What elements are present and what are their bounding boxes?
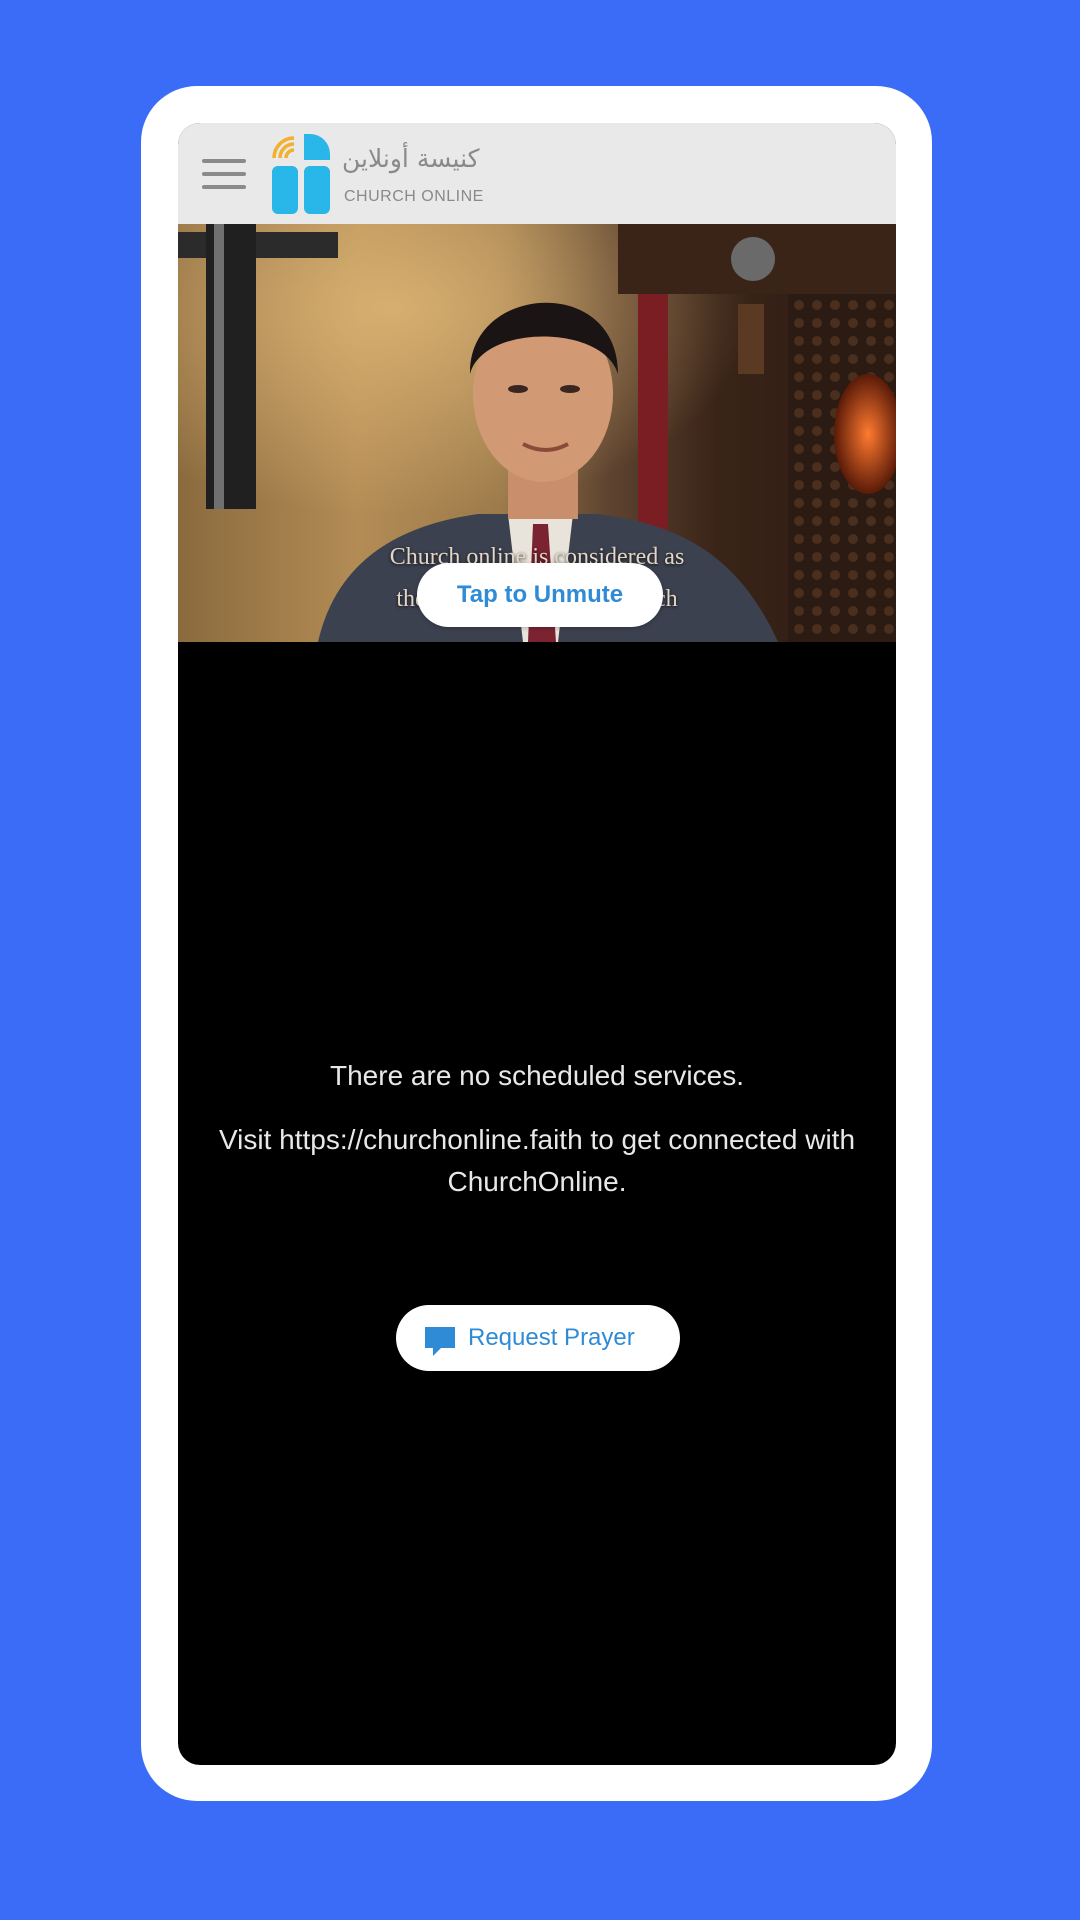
chat-bubble-icon: [425, 1327, 455, 1356]
logo-english-text: CHURCH ONLINE: [344, 188, 484, 205]
hamburger-menu-icon[interactable]: [202, 155, 246, 191]
tap-to-unmute-button[interactable]: Tap to Unmute: [417, 563, 663, 627]
church-online-logo[interactable]: كنيسة أونلاين CHURCH ONLINE: [270, 132, 510, 216]
visit-site-message: Visit https://churchonline.faith to get …: [218, 1124, 856, 1197]
logo-arabic-text: كنيسة أونلاين: [342, 144, 480, 173]
app-header: كنيسة أونلاين CHURCH ONLINE: [178, 123, 896, 225]
app-screen: كنيسة أونلاين CHURCH ONLINE Church onlin…: [178, 123, 896, 1765]
request-prayer-button[interactable]: Request Prayer: [396, 1305, 680, 1371]
video-player[interactable]: Church online is considered as the first…: [178, 224, 896, 642]
request-prayer-label: Request Prayer: [468, 1324, 635, 1351]
cross-logo-icon: [272, 134, 330, 214]
no-services-message: There are no scheduled services.: [330, 1060, 744, 1091]
